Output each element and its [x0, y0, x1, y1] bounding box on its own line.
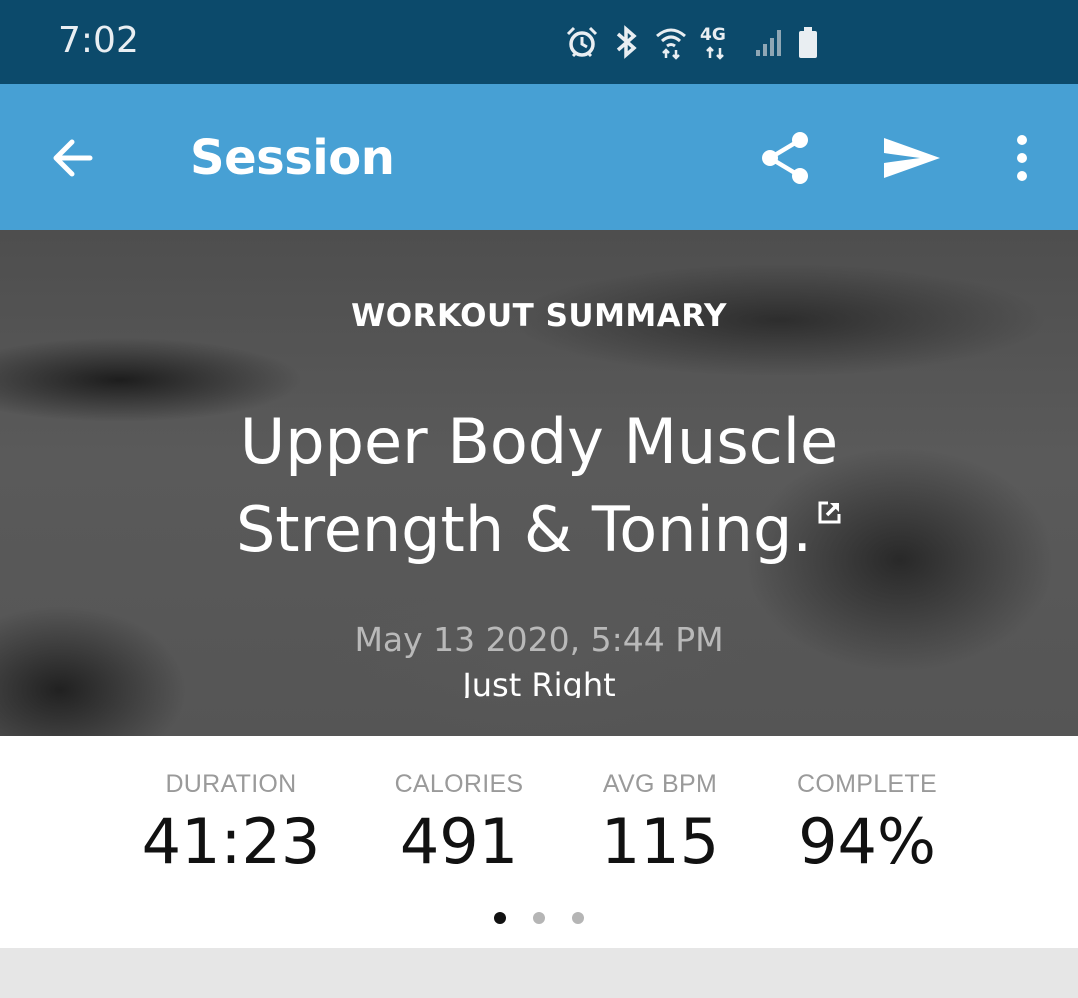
page-dot-3[interactable]: [572, 912, 584, 924]
share-icon: [762, 132, 808, 184]
open-external-icon[interactable]: [816, 500, 842, 526]
svg-text:4G: 4G: [700, 25, 726, 45]
back-button[interactable]: [46, 132, 102, 184]
network-4g-icon: 4G: [700, 25, 726, 60]
content-background: [0, 948, 1078, 998]
workout-summary-hero: WORKOUT SUMMARY Upper Body Muscle Streng…: [0, 230, 1078, 736]
workout-title-line-2: Strength & Toning.: [0, 486, 1078, 574]
page-dot-1[interactable]: [494, 912, 506, 924]
signal-icon: [756, 30, 781, 56]
stat-label: AVG BPM: [602, 770, 718, 798]
wifi-icon: [656, 28, 686, 60]
stat-value: 41:23: [141, 805, 321, 878]
status-icons: 4G: [564, 22, 820, 62]
page-dot-2[interactable]: [533, 912, 545, 924]
workout-date: May 13 2020, 5:44 PM: [354, 620, 724, 659]
stat-complete: COMPLETE 94%: [747, 770, 987, 878]
more-options-button[interactable]: [1002, 132, 1042, 184]
workout-title-line-1: Upper Body Muscle: [239, 405, 839, 478]
page-title: Session: [190, 130, 395, 186]
more-vert-icon: [1017, 135, 1027, 181]
stat-avg-bpm: AVG BPM 115: [540, 770, 780, 878]
stat-value: 115: [600, 805, 720, 878]
send-icon: [884, 138, 940, 178]
alarm-icon: [566, 26, 598, 58]
summary-label: WORKOUT SUMMARY: [351, 298, 727, 334]
battery-icon: [799, 27, 817, 58]
workout-title-line-2-text: Strength & Toning.: [235, 493, 813, 566]
send-button[interactable]: [878, 128, 944, 188]
stat-value: 94%: [798, 805, 936, 878]
arrow-back-icon: [53, 139, 93, 177]
stat-label: COMPLETE: [797, 770, 937, 798]
app-bar: Session: [0, 84, 1078, 230]
status-bar: 7:02 4G: [0, 0, 1078, 84]
difficulty-rating: Just Right: [462, 666, 616, 698]
stat-duration: DURATION 41:23: [111, 770, 351, 878]
stat-label: DURATION: [165, 770, 297, 798]
share-button[interactable]: [756, 128, 816, 188]
bluetooth-icon: [616, 25, 637, 59]
workout-title[interactable]: Upper Body Muscle Strength & Toning.: [0, 398, 1078, 574]
status-time: 7:02: [58, 20, 139, 61]
